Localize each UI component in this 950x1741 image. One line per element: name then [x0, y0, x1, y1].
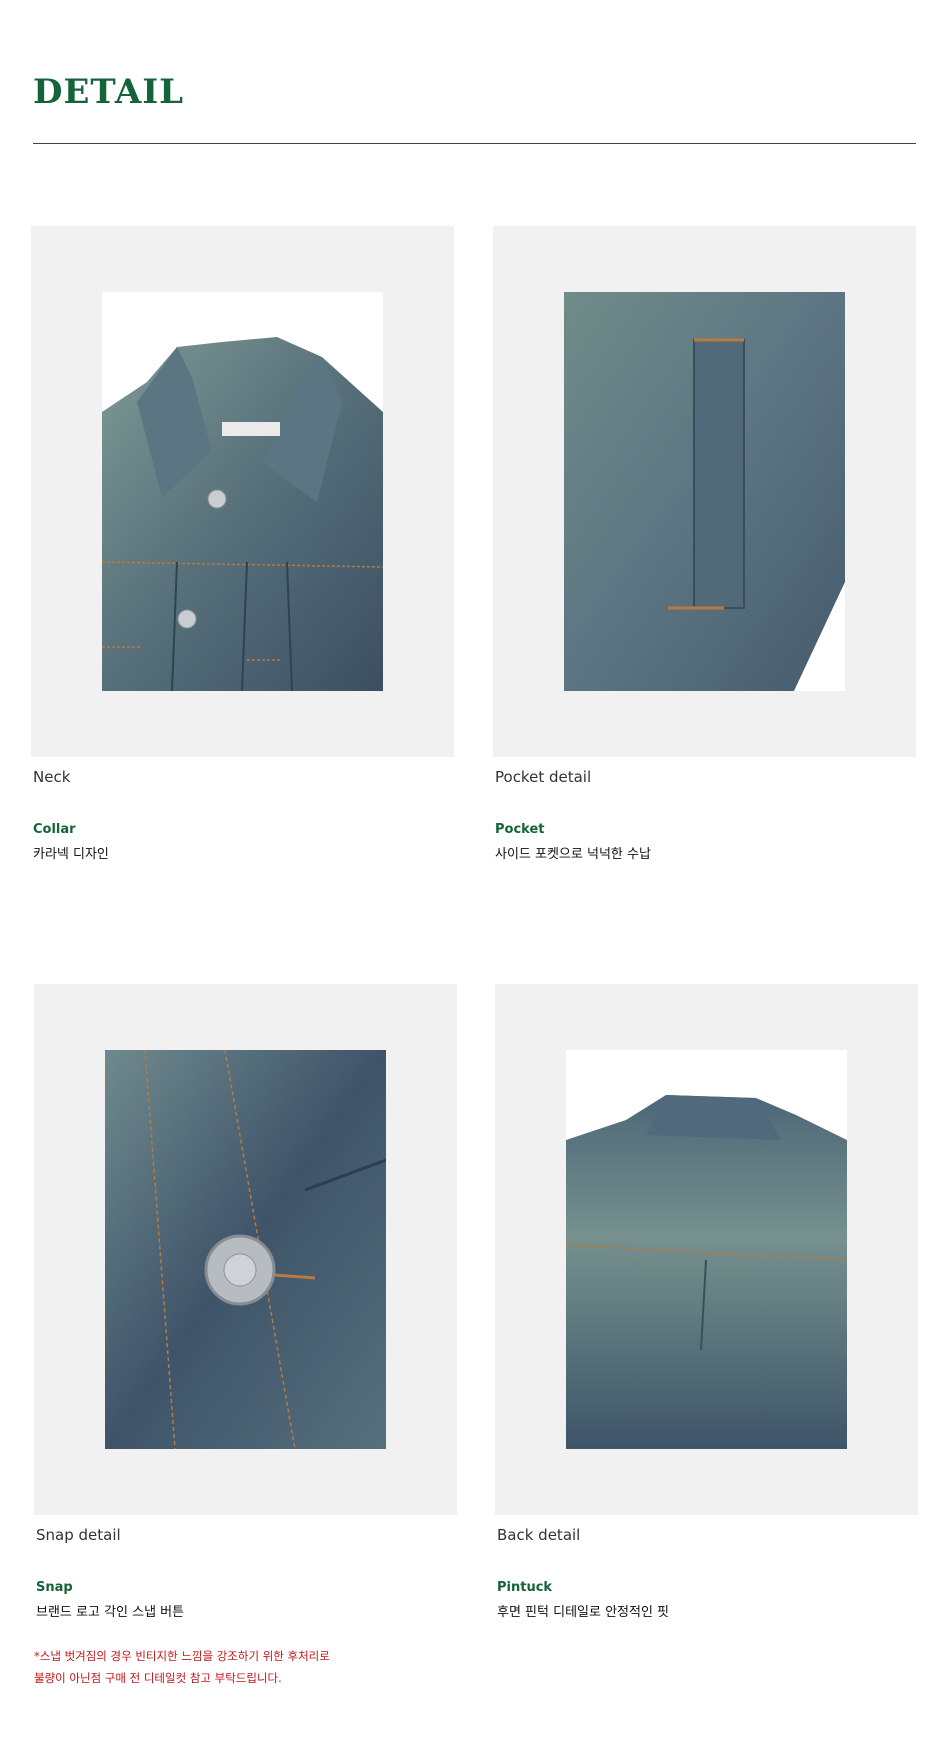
- section-title: DETAIL: [33, 72, 185, 112]
- denim-pocket-photo: [564, 292, 845, 691]
- denim-collar-photo: [102, 292, 383, 691]
- feature-description: 후면 핀턱 디테일로 안정적인 핏: [497, 1605, 670, 1620]
- denim-snap-photo: [105, 1050, 386, 1449]
- feature-name: Pintuck: [497, 1580, 553, 1595]
- feature-name: Snap: [36, 1580, 73, 1595]
- title-divider: [33, 143, 916, 144]
- feature-name: Collar: [33, 822, 76, 837]
- denim-back-photo: [566, 1050, 847, 1449]
- feature-description: 카라넥 디자인: [33, 847, 109, 862]
- card-caption: Back detail: [497, 1526, 581, 1544]
- notice-line-1: *스냅 벗겨짐의 경우 빈티지한 느낌을 강조하기 위한 후처리로: [34, 1649, 330, 1663]
- card-caption: Pocket detail: [495, 768, 592, 786]
- card-caption: Snap detail: [36, 1526, 121, 1544]
- card-caption: Neck: [33, 768, 71, 786]
- notice-line-2: 불량이 아닌점 구매 전 디테일컷 참고 부탁드립니다.: [34, 1671, 282, 1685]
- feature-description: 브랜드 로고 각인 스냅 버튼: [36, 1605, 185, 1620]
- feature-description: 사이드 포켓으로 넉넉한 수납: [495, 847, 651, 862]
- feature-name: Pocket: [495, 822, 545, 837]
